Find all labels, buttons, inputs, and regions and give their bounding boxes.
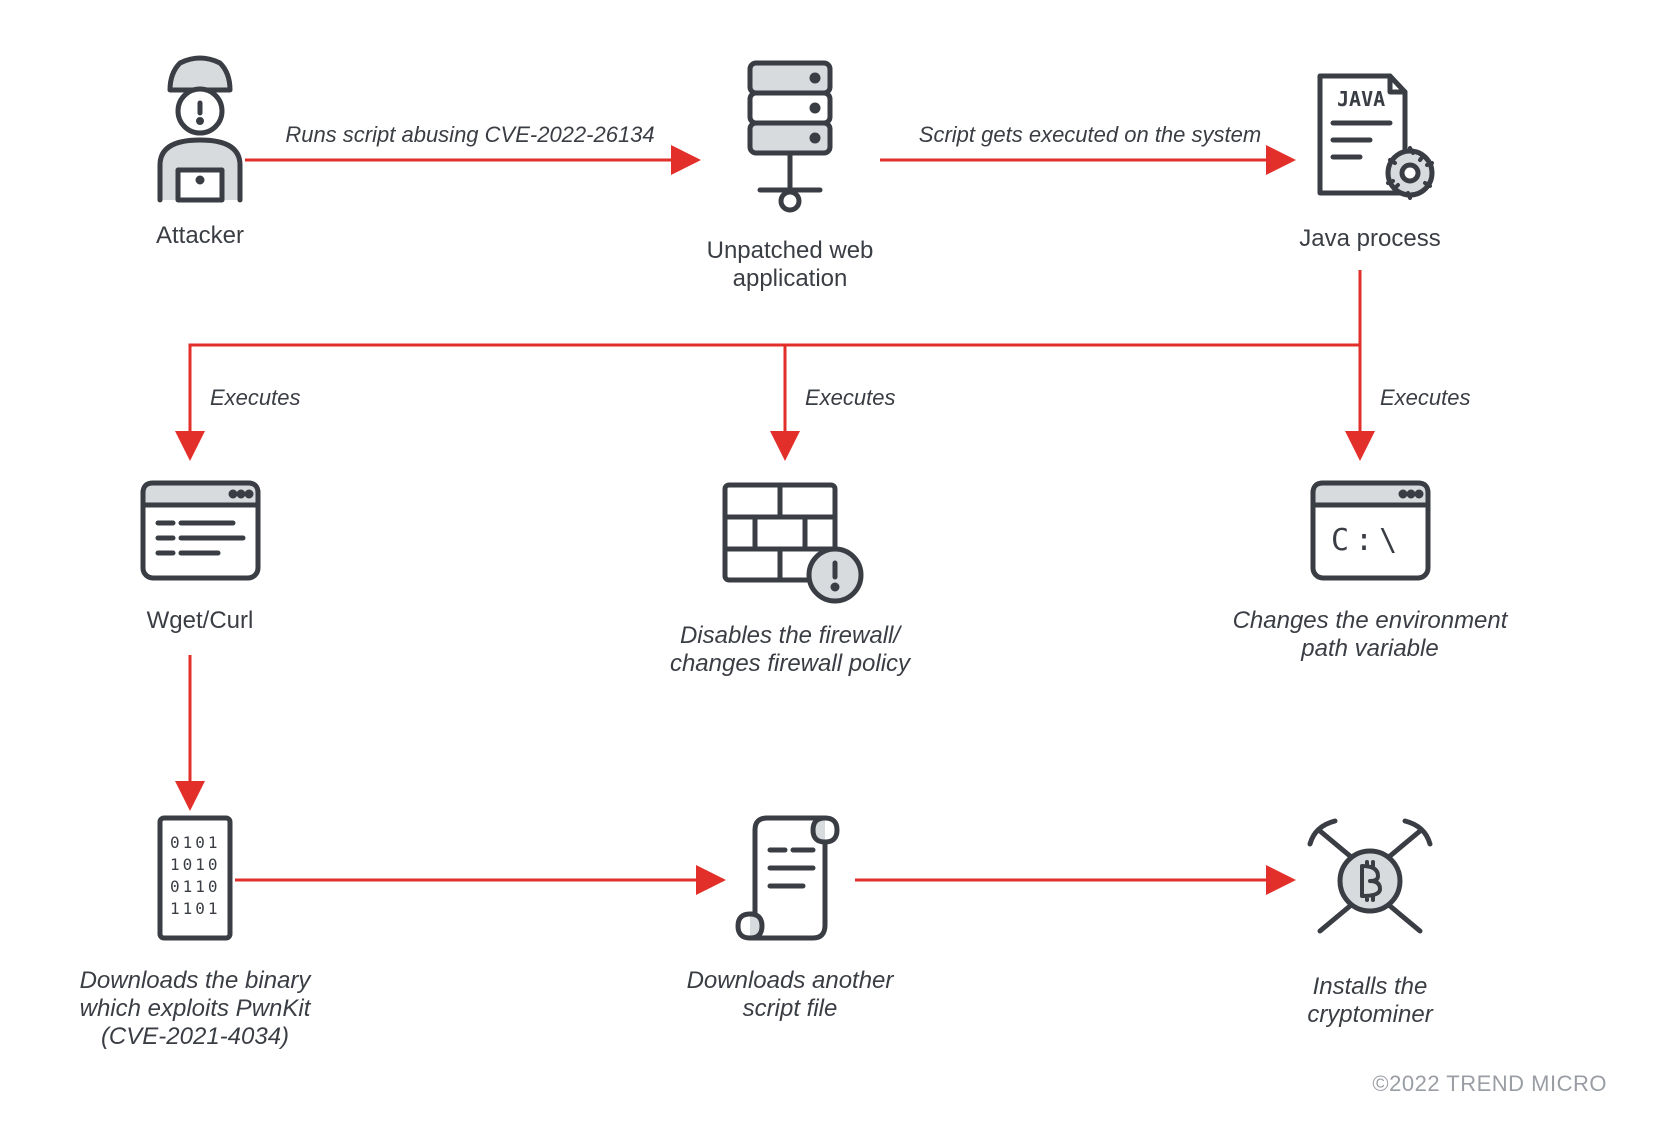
binary-label: Downloads the binary which exploits PwnK… xyxy=(50,967,340,1051)
node-crypto: Installs the cryptominer xyxy=(1275,806,1465,1029)
copyright-text: ©2022 TREND MICRO xyxy=(1372,1071,1607,1097)
terminal-icon xyxy=(133,475,268,595)
edge-label-executes-3: Executes xyxy=(1380,385,1471,411)
crypto-label: Installs the cryptominer xyxy=(1275,973,1465,1029)
svg-text:JAVA: JAVA xyxy=(1337,87,1385,111)
scroll-icon xyxy=(725,810,855,955)
attacker-icon xyxy=(130,55,270,210)
envpath-label: Changes the environment path variable xyxy=(1230,607,1510,663)
firewall-icon xyxy=(710,475,870,610)
java-label: Java process xyxy=(1270,225,1470,253)
node-webapp: Unpatched web application xyxy=(650,55,930,293)
svg-text:1010: 1010 xyxy=(170,855,221,874)
wget-label: Wget/Curl xyxy=(110,607,290,635)
svg-text:C:\: C:\ xyxy=(1331,523,1403,558)
arrow-java-to-wget xyxy=(190,270,1360,455)
edge-label-cve: Runs script abusing CVE-2022-26134 xyxy=(260,122,680,148)
attacker-label: Attacker xyxy=(100,222,300,250)
java-document-icon: JAVA xyxy=(1295,68,1445,213)
node-script: Downloads another script file xyxy=(670,810,910,1023)
svg-text:1101: 1101 xyxy=(170,899,221,918)
server-icon xyxy=(720,55,860,225)
node-java: JAVA Java process xyxy=(1270,68,1470,253)
binary-file-icon: 0101 1010 0110 1101 xyxy=(140,810,250,955)
edge-label-executes-2: Executes xyxy=(805,385,896,411)
edge-label-exec-system: Script gets executed on the system xyxy=(895,122,1285,148)
script-label: Downloads another script file xyxy=(670,967,910,1023)
node-firewall: Disables the firewall/ changes firewall … xyxy=(650,475,930,678)
webapp-label: Unpatched web application xyxy=(650,237,930,293)
node-envpath: C:\ Changes the environment path variabl… xyxy=(1230,475,1510,663)
node-binary: 0101 1010 0110 1101 Downloads the binary… xyxy=(50,810,340,1051)
svg-text:0110: 0110 xyxy=(170,877,221,896)
cryptominer-icon xyxy=(1290,806,1450,961)
commandline-icon: C:\ xyxy=(1303,475,1438,595)
firewall-label: Disables the firewall/ changes firewall … xyxy=(650,622,930,678)
node-wget: Wget/Curl xyxy=(110,475,290,635)
edge-label-executes-1: Executes xyxy=(210,385,301,411)
node-attacker: Attacker xyxy=(100,55,300,250)
svg-text:0101: 0101 xyxy=(170,833,221,852)
